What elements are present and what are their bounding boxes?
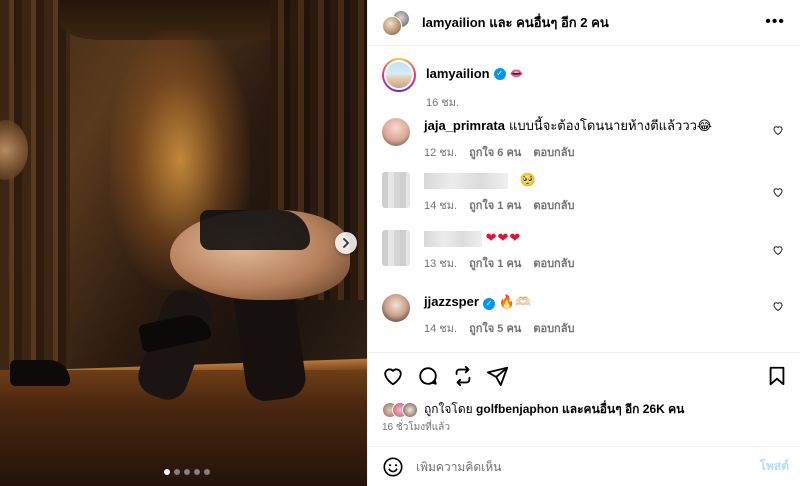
post-header: lamyailion และ คนอื่นๆ อีก 2 คน ••• [368,0,800,46]
comment-text: ❤❤❤ [485,230,522,245]
heart-icon[interactable] [772,186,784,198]
likes-prefix: ถูกใจโดย [424,402,477,416]
add-comment-bar: โพสต์ [368,446,800,486]
comment-text-line: 🥺 [424,172,574,189]
comment-time: 12 ชม. [424,147,458,159]
blurred-username [424,230,482,247]
carousel-dot [184,469,190,475]
bookmark-icon[interactable] [766,365,788,387]
share-icon[interactable] [487,365,509,387]
comment-meta: 14 ชม. ถูกใจ 5 คน ตอบกลับ [424,319,574,337]
reply-button[interactable]: ตอบกลับ [533,143,574,161]
comment-body: jaja_primrata แบบนี้จะต้องโดนนายห้างตีแล้… [424,118,712,161]
lips-emoji-icon: 👄 [509,68,524,80]
author-post-time: 16 ชม. [426,97,460,109]
comment-meta: 14 ชม. ถูกใจ 1 คน ตอบกลับ [424,196,574,214]
comment-username[interactable]: jjazzsper [424,294,479,309]
author-avatar[interactable] [382,58,416,92]
comment-likes[interactable]: ถูกใจ 5 คน [469,319,521,337]
chevron-right-icon [343,238,349,248]
comment-likes[interactable]: ถูกใจ 1 คน [469,196,521,214]
commenter-avatar[interactable] [382,230,410,266]
comment-item: 🥺 14 ชม. ถูกใจ 1 คน ตอบกลับ [382,172,788,214]
comment-body: 🥺 14 ชม. ถูกใจ 1 คน ตอบกลับ [424,172,574,214]
heart-icon[interactable] [772,300,784,312]
comment-text: แบบนี้จะต้องโดนนายห้างตีแล้ววว😂 [508,118,713,133]
carousel-next-button[interactable] [335,232,357,254]
carousel-dot [194,469,200,475]
comment-text-line: ❤❤❤ [424,230,574,247]
comment-text: 🔥🫶🏻 [498,294,532,309]
heart-icon[interactable] [772,244,784,256]
comment-username[interactable]: jaja_primrata [424,118,505,133]
collab-avatars[interactable] [382,9,410,36]
comment-text-line: jjazzsper ✓ 🔥🫶🏻 [424,294,574,310]
likes-suffix: และคนอื่นๆ อีก 26K คน [558,402,685,416]
comment-icon[interactable] [417,365,439,387]
comment-time: 14 ชม. [424,199,458,212]
likes-summary[interactable]: ถูกใจโดย golfbenjaphon และคนอื่นๆ อีก 26… [382,400,684,419]
instagram-post-viewer: lamyailion และ คนอื่นๆ อีก 2 คน ••• lamy… [0,0,800,486]
verified-badge-icon: ✓ [493,67,506,80]
likes-user[interactable]: golfbenjaphon [476,402,559,416]
repost-icon[interactable] [452,365,474,387]
avatar-image [384,60,414,90]
reply-button[interactable]: ตอบกลับ [533,196,574,214]
comment-text: 🥺 [519,172,536,187]
author-username[interactable]: lamyailion [426,66,490,81]
comment-likes[interactable]: ถูกใจ 6 คน [469,143,521,161]
carousel-dot [164,469,170,475]
post-actions-bar [368,352,800,398]
carousel-indicator [164,469,210,475]
comment-input[interactable] [416,459,736,474]
likes-text: ถูกใจโดย golfbenjaphon และคนอื่นๆ อีก 26… [424,400,684,419]
comment-meta: 13 ชม. ถูกใจ 1 คน ตอบกลับ [424,254,574,272]
carousel-dot [204,469,210,475]
comment-item: jjazzsper ✓ 🔥🫶🏻 14 ชม. ถูกใจ 5 คน ตอบกลับ [382,294,788,337]
author-line: lamyailion ✓ 👄 [426,66,523,81]
comment-meta: 12 ชม. ถูกใจ 6 คน ตอบกลับ [424,143,712,161]
like-heart-icon[interactable] [382,365,404,387]
post-media[interactable] [0,0,367,486]
comment-item: ❤❤❤ 13 ชม. ถูกใจ 1 คน ตอบกลับ [382,230,788,272]
avatar [382,15,402,36]
comment-body: jjazzsper ✓ 🔥🫶🏻 14 ชม. ถูกใจ 5 คน ตอบกลับ [424,294,574,337]
heart-icon[interactable] [772,124,784,136]
author-meta: lamyailion ✓ 👄 16 ชม. [426,66,523,111]
posted-time: 16 ชั่วโมงที่แล้ว [382,422,450,433]
verified-badge-icon: ✓ [482,298,495,310]
carousel-dot [174,469,180,475]
blurred-username [424,172,508,189]
commenter-avatar[interactable] [382,172,410,208]
figure-lingerie [200,210,310,250]
reply-button[interactable]: ตอบกลับ [533,254,574,272]
post-side-panel: lamyailion และ คนอื่นๆ อีก 2 คน ••• lamy… [367,0,800,486]
post-header-title[interactable]: lamyailion และ คนอื่นๆ อีก 2 คน [422,12,609,33]
commenter-avatar[interactable] [382,118,410,146]
comment-time: 14 ชม. [424,323,458,335]
media-heel [10,360,70,386]
comment-likes[interactable]: ถูกใจ 1 คน [469,254,521,272]
comment-body: ❤❤❤ 13 ชม. ถูกใจ 1 คน ตอบกลับ [424,230,574,272]
comment-item: jaja_primrata แบบนี้จะต้องโดนนายห้างตีแล้… [382,118,788,161]
comment-text-line: jaja_primrata แบบนี้จะต้องโดนนายห้างตีแล้… [424,118,712,134]
media-figure [130,170,367,406]
comment-time: 13 ชม. [424,257,458,270]
reply-button[interactable]: ตอบกลับ [533,319,574,337]
post-comment-button[interactable]: โพสต์ [760,457,789,476]
more-options-icon[interactable]: ••• [765,14,785,30]
avatar [402,401,418,418]
emoji-picker-icon[interactable] [382,456,404,478]
post-author: lamyailion ✓ 👄 16 ชม. [382,58,523,111]
commenter-avatar[interactable] [382,294,410,322]
